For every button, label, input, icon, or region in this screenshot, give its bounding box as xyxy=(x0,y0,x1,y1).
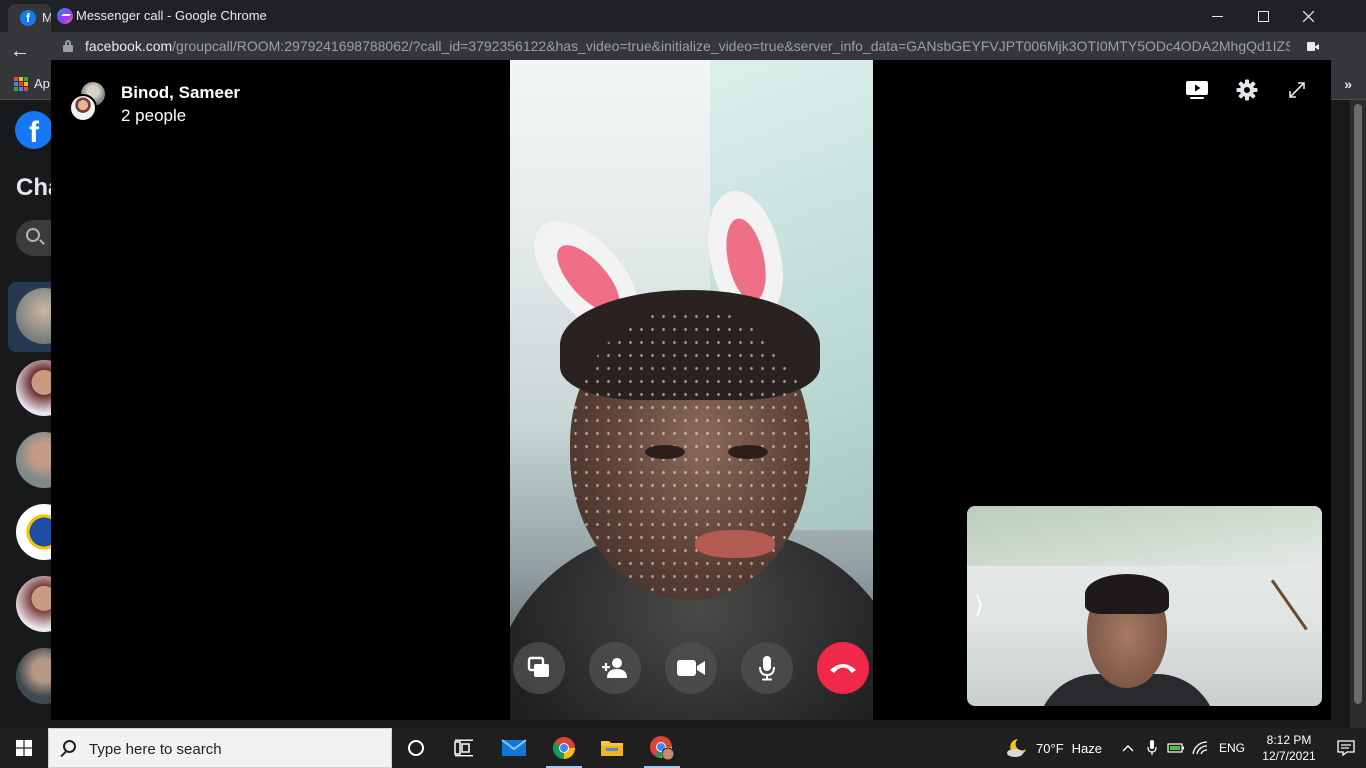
task-view-button[interactable] xyxy=(440,728,488,768)
background-scrollbar[interactable] xyxy=(1350,100,1366,728)
close-button[interactable] xyxy=(1285,0,1331,32)
chrome-profile-app-button[interactable] xyxy=(638,728,686,768)
taskbar-search-box[interactable]: Type here to search xyxy=(48,728,392,768)
wifi-icon xyxy=(1192,741,1208,755)
url-text[interactable]: facebook.com/groupcall/ROOM:297924169878… xyxy=(85,38,1290,54)
chrome-app-button[interactable] xyxy=(540,728,588,768)
windows-taskbar: Type here to search 70°F Haze ENG 8:12 P… xyxy=(0,728,1366,768)
search-icon xyxy=(63,740,76,753)
background-tab[interactable]: f M xyxy=(8,4,53,32)
chevron-up-icon xyxy=(1122,745,1134,752)
fullscreen-button[interactable] xyxy=(1285,78,1309,102)
call-controls-bar xyxy=(513,642,869,694)
bookmarks-apps-button[interactable]: Ap xyxy=(14,76,50,91)
search-icon xyxy=(26,228,40,242)
bookmarks-overflow-icon[interactable]: » xyxy=(1344,76,1352,92)
add-person-icon xyxy=(602,658,627,678)
end-call-button[interactable] xyxy=(817,642,869,694)
minimize-button[interactable] xyxy=(1194,0,1240,32)
facebook-favicon-icon: f xyxy=(20,10,36,26)
camera-in-use-icon[interactable] xyxy=(1307,42,1319,51)
url-host: facebook.com xyxy=(85,38,173,54)
clock-date: 12/7/2021 xyxy=(1262,749,1316,763)
start-button[interactable] xyxy=(0,728,48,768)
network-button[interactable] xyxy=(1188,728,1212,768)
task-view-icon xyxy=(454,739,473,757)
toggle-microphone-button[interactable] xyxy=(741,642,793,694)
weather-condition: Haze xyxy=(1071,740,1102,756)
call-people-count: 2 people xyxy=(121,106,187,125)
lock-icon[interactable] xyxy=(63,40,73,52)
share-screen-button[interactable] xyxy=(513,642,565,694)
maximize-icon xyxy=(1257,10,1269,22)
input-language: ENG xyxy=(1218,741,1245,755)
file-explorer-button[interactable] xyxy=(588,728,636,768)
mail-icon xyxy=(501,739,527,756)
remote-video[interactable] xyxy=(510,60,873,720)
back-arrow-icon[interactable]: ← xyxy=(10,40,32,62)
taskbar-search-placeholder: Type here to search xyxy=(89,741,222,758)
expand-icon xyxy=(1289,82,1305,98)
gear-icon xyxy=(1236,79,1258,101)
scrollbar-thumb[interactable] xyxy=(1354,104,1362,704)
popup-window-title: Messenger call - Google Chrome xyxy=(76,8,267,23)
address-bar[interactable]: facebook.com/groupcall/ROOM:297924169878… xyxy=(51,32,1331,60)
facebook-logo-icon[interactable]: f xyxy=(15,111,53,149)
battery-button[interactable] xyxy=(1164,728,1188,768)
show-hidden-icons-button[interactable] xyxy=(1116,728,1140,768)
settings-button[interactable] xyxy=(1235,78,1259,102)
clock[interactable]: 8:12 PM 12/7/2021 xyxy=(1252,732,1326,764)
watch-together-button[interactable] xyxy=(1185,78,1209,102)
notification-icon xyxy=(1337,740,1355,756)
call-header: Binod, Sameer 2 people xyxy=(69,82,240,128)
weather-temperature: 70°F xyxy=(1036,740,1064,756)
system-tray: 70°F Haze ENG 8:12 PM 12/7/2021 xyxy=(1006,728,1366,768)
action-center-button[interactable] xyxy=(1326,728,1366,768)
video-play-icon xyxy=(1186,81,1208,99)
video-camera-icon xyxy=(677,660,705,676)
clock-time: 8:12 PM xyxy=(1266,733,1312,747)
moon-cloud-icon xyxy=(1007,739,1027,757)
share-screen-icon xyxy=(527,656,549,677)
cortana-button[interactable] xyxy=(392,728,440,768)
messenger-icon xyxy=(57,8,73,24)
input-language-button[interactable]: ENG xyxy=(1212,728,1252,768)
microphone-in-use-button[interactable] xyxy=(1140,728,1164,768)
microphone-icon xyxy=(759,656,775,681)
apps-label: Ap xyxy=(34,76,50,91)
avatar xyxy=(69,94,97,122)
close-icon xyxy=(1302,10,1314,22)
group-avatar xyxy=(69,82,109,122)
popup-titlebar[interactable]: Messenger call - Google Chrome xyxy=(51,0,1331,32)
mail-app-button[interactable] xyxy=(490,728,538,768)
self-view-video[interactable]: ⟩ xyxy=(967,506,1322,706)
messenger-call-window: Messenger call - Google Chrome facebook.… xyxy=(51,0,1331,720)
hang-up-icon xyxy=(830,664,856,673)
call-stage: Binod, Sameer 2 people ⟩ xyxy=(51,60,1331,720)
weather-widget[interactable]: 70°F Haze xyxy=(1006,737,1102,759)
minimize-icon xyxy=(1211,15,1223,17)
chrome-profile-icon xyxy=(650,736,675,761)
chrome-icon xyxy=(553,737,575,759)
microphone-icon xyxy=(1147,740,1157,755)
folder-icon xyxy=(601,741,623,756)
battery-charging-icon xyxy=(1167,743,1184,753)
windows-logo-icon xyxy=(16,740,32,756)
cortana-circle-icon xyxy=(408,740,424,756)
call-top-controls xyxy=(1185,78,1309,102)
add-people-button[interactable] xyxy=(589,642,641,694)
toggle-camera-button[interactable] xyxy=(665,642,717,694)
url-path: /groupcall/ROOM:2979241698788062/?call_i… xyxy=(172,38,1290,54)
maximize-button[interactable] xyxy=(1240,0,1286,32)
collapse-self-view-chevron-icon[interactable]: ⟩ xyxy=(971,592,987,620)
sparkle-filter xyxy=(570,310,810,600)
call-participants-title: Binod, Sameer xyxy=(121,83,241,102)
apps-grid-icon xyxy=(14,76,28,91)
